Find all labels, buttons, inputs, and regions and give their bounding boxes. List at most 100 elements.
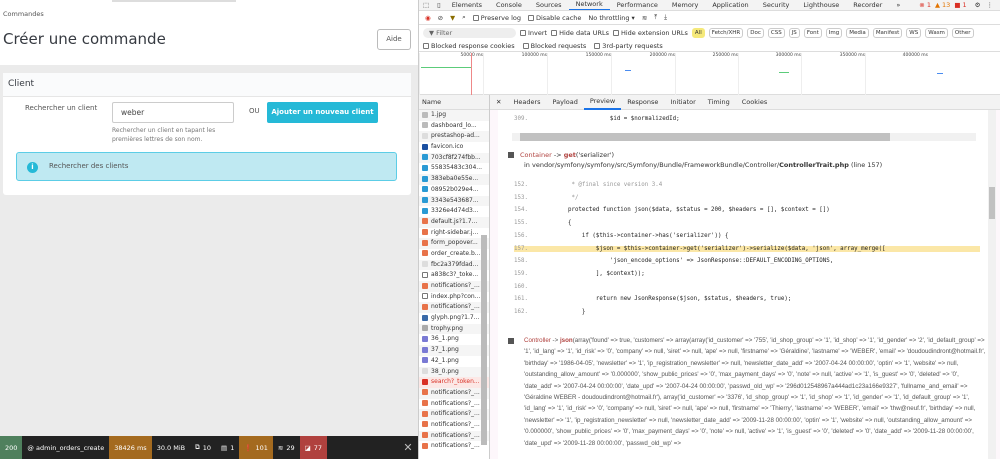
- tab-sources[interactable]: Sources: [529, 0, 569, 10]
- network-conditions-icon[interactable]: ≋: [642, 14, 647, 22]
- tab-response[interactable]: Response: [621, 95, 664, 109]
- tab-cookies[interactable]: Cookies: [736, 95, 773, 109]
- request-item[interactable]: 3343e543687...: [419, 195, 489, 207]
- warning-count[interactable]: ▲ 13: [935, 1, 950, 9]
- close-icon[interactable]: ✕: [398, 436, 418, 459]
- request-item[interactable]: notifications?_...: [419, 281, 489, 292]
- blocked-cookies-checkbox[interactable]: Blocked response cookies: [423, 42, 515, 50]
- request-item[interactable]: 703cf8f274fbb...: [419, 152, 489, 164]
- type-other[interactable]: Other: [951, 28, 974, 38]
- errors-panel[interactable]: ◪ 77: [299, 436, 328, 459]
- request-item[interactable]: notifications?_...: [419, 420, 489, 431]
- request-item[interactable]: 42_1.png: [419, 356, 489, 367]
- tab-network[interactable]: Network: [568, 0, 610, 10]
- request-item[interactable]: notifications?_...: [419, 441, 489, 452]
- request-item[interactable]: form_popover...: [419, 238, 489, 249]
- filter-input[interactable]: ▼ Filter: [423, 28, 516, 38]
- tab-preview[interactable]: Preview: [583, 94, 622, 110]
- request-item[interactable]: fbc2a379fdad...: [419, 259, 489, 271]
- status-code[interactable]: 200: [0, 436, 23, 459]
- tab-performance[interactable]: Performance: [610, 0, 665, 10]
- request-item[interactable]: 08952b029e4...: [419, 185, 489, 196]
- more-icon[interactable]: ⋮: [987, 1, 994, 9]
- tab-elements[interactable]: Elements: [445, 0, 489, 10]
- type-css[interactable]: CSS: [767, 28, 785, 38]
- translation-panel[interactable]: ▤ 1: [216, 436, 239, 459]
- request-item[interactable]: 36_1.png: [419, 334, 489, 345]
- request-item[interactable]: notifications?_...: [419, 387, 489, 399]
- more-tabs[interactable]: »: [889, 0, 907, 10]
- request-item[interactable]: right-sidebar.j...: [419, 228, 489, 239]
- request-item[interactable]: trophy.png: [419, 323, 489, 335]
- request-item[interactable]: dashboard_lo...: [419, 121, 489, 132]
- tab-payload[interactable]: Payload: [547, 95, 584, 109]
- tab-security[interactable]: Security: [756, 0, 797, 10]
- request-time[interactable]: 38426 ms: [109, 436, 152, 459]
- request-item[interactable]: index.php?con...: [419, 292, 489, 303]
- disable-cache-checkbox[interactable]: Disable cache: [527, 14, 581, 22]
- request-item[interactable]: notifications?_...: [419, 399, 489, 410]
- search-icon[interactable]: ⌕: [462, 13, 466, 22]
- vertical-scrollbar[interactable]: [988, 110, 996, 459]
- close-icon[interactable]: ✕: [490, 95, 507, 109]
- route[interactable]: @ admin_orders_create: [22, 436, 109, 459]
- type-all[interactable]: All: [691, 28, 705, 38]
- throttling-select[interactable]: No throttling ▾: [588, 14, 634, 22]
- scrollbar[interactable]: [481, 235, 487, 445]
- tab-application[interactable]: Application: [705, 0, 755, 10]
- third-party-checkbox[interactable]: 3rd-party requests: [594, 42, 663, 50]
- tab-lighthouse[interactable]: Lighthouse: [796, 0, 846, 10]
- type-ws[interactable]: WS: [906, 28, 922, 38]
- request-item[interactable]: glyph.png?1.7...: [419, 313, 489, 324]
- request-item[interactable]: notifications?_...: [419, 430, 489, 442]
- type-manifest[interactable]: Manifest: [872, 28, 903, 38]
- type-wasm[interactable]: Wasm: [925, 28, 948, 38]
- request-item[interactable]: 55835483c304...: [419, 163, 489, 174]
- filter-icon[interactable]: ▼: [450, 14, 455, 22]
- add-customer-button[interactable]: Ajouter un nouveau client: [267, 102, 378, 123]
- network-timeline[interactable]: 50000 ms 100000 ms 150000 ms 200000 ms 2…: [419, 53, 1000, 95]
- request-item[interactable]: 37_1.png: [419, 345, 489, 356]
- export-icon[interactable]: ⤓: [664, 13, 667, 22]
- request-item[interactable]: favicon.ico: [419, 142, 489, 153]
- request-item[interactable]: 1.jpg: [419, 110, 489, 121]
- customer-search-input[interactable]: [112, 102, 234, 123]
- db-panel[interactable]: ≋ 29: [273, 436, 300, 459]
- tab-initiator[interactable]: Initiator: [664, 95, 701, 109]
- tab-timing[interactable]: Timing: [702, 95, 736, 109]
- forms-panel[interactable]: ⧉ 10: [190, 436, 216, 459]
- frame-heading[interactable]: [508, 337, 520, 345]
- hide-data-urls-checkbox[interactable]: Hide data URLs: [551, 29, 609, 37]
- invert-checkbox[interactable]: Invert: [520, 29, 547, 37]
- preserve-log-checkbox[interactable]: Preserve log: [472, 14, 521, 22]
- tab-headers[interactable]: Headers: [507, 95, 546, 109]
- record-icon[interactable]: ◉: [425, 14, 431, 22]
- tab-memory[interactable]: Memory: [665, 0, 705, 10]
- type-media[interactable]: Media: [846, 28, 869, 38]
- type-font[interactable]: Font: [803, 28, 822, 38]
- breadcrumb[interactable]: Commandes: [3, 10, 44, 18]
- logs-panel[interactable]: ❗ 101: [239, 436, 273, 459]
- memory[interactable]: 30.0 MiB: [152, 436, 190, 459]
- request-item[interactable]: notifications?_...: [419, 409, 489, 420]
- hide-extension-urls-checkbox[interactable]: Hide extension URLs: [612, 29, 688, 37]
- clear-icon[interactable]: ⊘: [438, 14, 443, 22]
- request-item[interactable]: order_create.b...: [419, 249, 489, 260]
- device-icon[interactable]: ▯: [433, 1, 445, 9]
- name-column-header[interactable]: Name: [419, 95, 489, 110]
- request-item[interactable]: notifications?_...: [419, 302, 489, 314]
- request-item[interactable]: 38_0.png: [419, 366, 489, 378]
- inspect-icon[interactable]: ⬚: [419, 1, 433, 9]
- import-icon[interactable]: ⤒: [654, 13, 657, 22]
- error-count[interactable]: ⊗ 1: [919, 1, 931, 9]
- request-item[interactable]: prestashop-ad...: [419, 131, 489, 143]
- tab-recorder[interactable]: Recorder: [846, 0, 889, 10]
- request-item[interactable]: a838c3?_toke...: [419, 270, 489, 281]
- request-item[interactable]: 383eba0e55e...: [419, 174, 489, 185]
- type-js[interactable]: JS: [788, 28, 800, 38]
- tab-console[interactable]: Console: [489, 0, 529, 10]
- frame-heading[interactable]: Container -> get('serializer'): [508, 151, 614, 159]
- horizontal-scrollbar[interactable]: [512, 133, 976, 141]
- type-doc[interactable]: Doc: [747, 28, 764, 38]
- request-item[interactable]: default.js?1.7...: [419, 216, 489, 228]
